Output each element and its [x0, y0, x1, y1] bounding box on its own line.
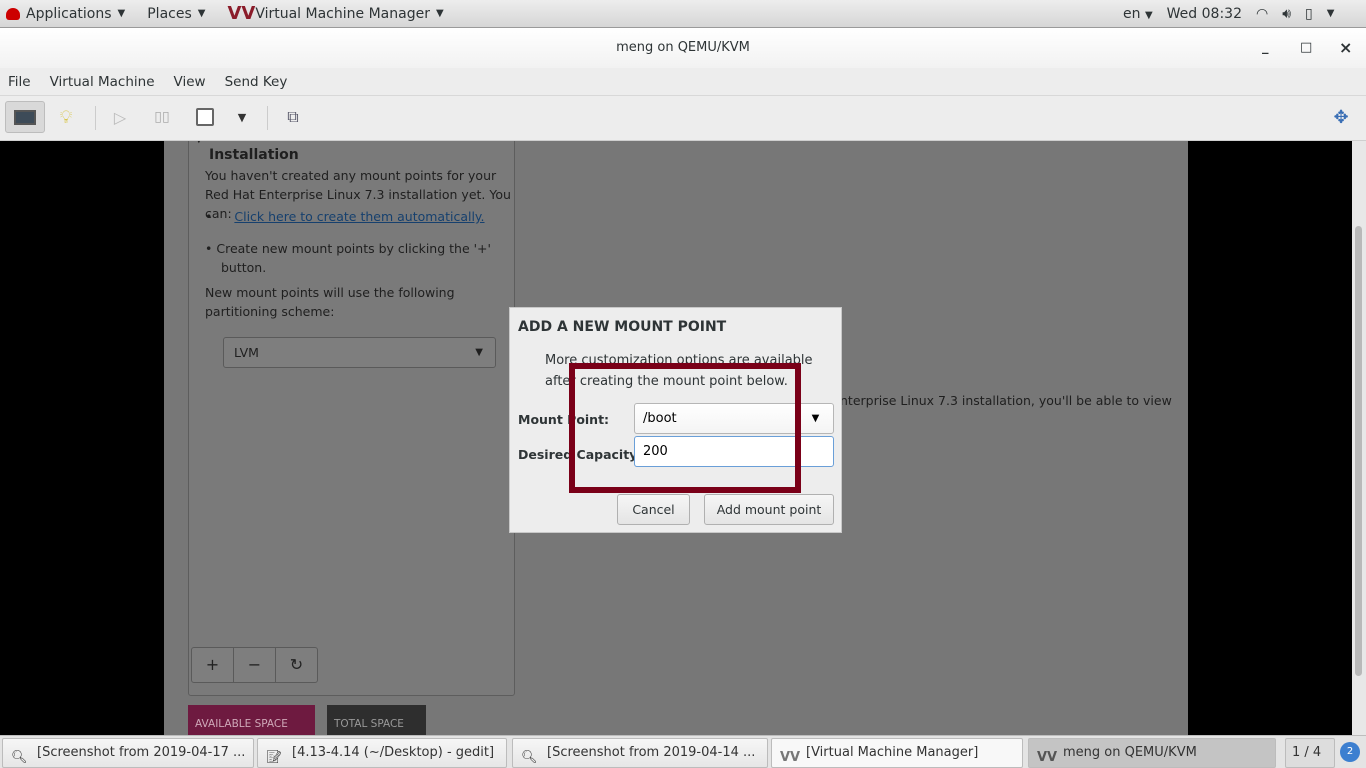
partition-scheme-select[interactable]: LVM ▼ — [223, 337, 496, 368]
scheme-label: New mount points will use the following … — [205, 285, 455, 319]
bullet: • — [205, 209, 213, 224]
available-space: AVAILABLE SPACE — [188, 705, 315, 735]
taskbar: 🔍︎ [Screenshot from 2019-04-17 ... 📝︎ [4.1… — [0, 735, 1366, 768]
remove-mount-point-button[interactable]: − — [234, 648, 276, 682]
language-menu[interactable]: en ▼ — [1123, 6, 1153, 22]
add-mount-point-button[interactable]: + — [192, 648, 234, 682]
total-space: TOTAL SPACE — [327, 705, 426, 735]
applications-label: Applications — [26, 5, 112, 22]
menu-virtual-machine[interactable]: Virtual Machine — [50, 74, 155, 90]
add-mount-point-confirm-button[interactable]: Add mount point — [704, 494, 834, 525]
menu-file[interactable]: File — [8, 74, 31, 90]
minimize-button[interactable]: _ — [1262, 28, 1269, 68]
task-meng-vm[interactable]: VV meng on QEMU/KVM — [1028, 738, 1276, 768]
places-label: Places — [147, 5, 192, 22]
scrollbar-thumb[interactable] — [1355, 226, 1362, 676]
app-menu[interactable]: VV Virtual Machine Manager ▼ — [227, 3, 443, 24]
redhat-logo-icon — [6, 7, 20, 20]
refresh-button[interactable]: ↻ — [276, 648, 317, 682]
task-virt-manager[interactable]: VV [Virtual Machine Manager] — [771, 738, 1023, 768]
chevron-down-icon[interactable]: ▼ — [797, 404, 833, 433]
chevron-down-icon: ▼ — [475, 347, 483, 358]
window-title: meng on QEMU/KVM — [616, 40, 750, 55]
notification-icon[interactable]: 2 — [1340, 742, 1360, 762]
dropdown-icon[interactable]: ▼ — [222, 101, 262, 133]
battery-icon[interactable]: ▯ — [1305, 6, 1313, 22]
maximize-button[interactable]: □ — [1300, 28, 1312, 68]
pause-icon[interactable]: ▯▯ — [142, 101, 182, 133]
system-menu-icon[interactable]: ▼ — [1327, 8, 1335, 19]
text-editor-icon: 📝︎ — [266, 750, 283, 765]
console-icon[interactable] — [5, 101, 45, 133]
menubar: File Virtual Machine View Send Key — [0, 68, 1366, 96]
dialog-title: ADD A NEW MOUNT POINT — [518, 319, 727, 335]
cancel-button[interactable]: Cancel — [617, 494, 690, 525]
task-gedit[interactable]: 📝︎ [4.13-4.14 (~/Desktop) - gedit] — [257, 738, 507, 768]
mount-point-buttons: + − ↻ — [191, 647, 318, 683]
lightbulb-icon[interactable]: 💡︎ — [46, 101, 86, 133]
menu-view[interactable]: View — [174, 74, 206, 90]
section-title: Installation — [209, 147, 299, 163]
applications-menu[interactable]: Applications ▼ — [6, 6, 125, 22]
snapshots-icon[interactable]: ⧉ — [273, 101, 313, 133]
manual-create-text: Create new mount points by clicking the … — [216, 241, 491, 275]
highlight-annotation — [569, 363, 801, 493]
toolbar: 💡︎ ▷ ▯▯ ▼ ⧉ ✥ — [0, 96, 1366, 141]
virt-manager-icon: VV — [1037, 750, 1058, 765]
scrollbar[interactable] — [1352, 141, 1366, 735]
close-button[interactable]: × — [1339, 28, 1352, 68]
fullscreen-icon[interactable]: ✥ — [1321, 101, 1361, 133]
menu-send-key[interactable]: Send Key — [225, 74, 288, 90]
wifi-icon[interactable]: ◠ — [1256, 6, 1268, 22]
places-menu[interactable]: Places ▼ — [147, 6, 205, 22]
clock[interactable]: Wed 08:32 — [1167, 6, 1242, 22]
top-panel: Applications ▼ Places ▼ VV Virtual Machine… — [0, 0, 1366, 28]
play-icon[interactable]: ▷ — [100, 101, 140, 133]
window-titlebar: meng on QEMU/KVM _ □ × — [0, 28, 1366, 68]
power-icon[interactable] — [185, 101, 225, 133]
task-screenshot-2[interactable]: 🔍︎ [Screenshot from 2019-04-14 ... — [512, 738, 768, 768]
volume-icon[interactable]: 🔊︎ — [1282, 6, 1291, 22]
auto-create-link[interactable]: Click here to create them automatically. — [234, 209, 484, 224]
right-pane-text: nterprise Linux 7.3 installation, you'll… — [840, 393, 1172, 408]
image-viewer-icon: 🔍︎ — [521, 750, 538, 765]
mount-points-panel: ▼ Installation You haven't created any m… — [188, 141, 515, 696]
virt-manager-logo-icon: VV — [227, 3, 256, 24]
task-screenshot-1[interactable]: 🔍︎ [Screenshot from 2019-04-17 ... — [2, 738, 254, 768]
app-menu-label: Virtual Machine Manager — [255, 5, 430, 22]
workspace-switcher[interactable]: 1 / 4 — [1285, 738, 1335, 768]
virt-manager-icon: VV — [780, 750, 801, 765]
image-viewer-icon: 🔍︎ — [11, 750, 28, 765]
